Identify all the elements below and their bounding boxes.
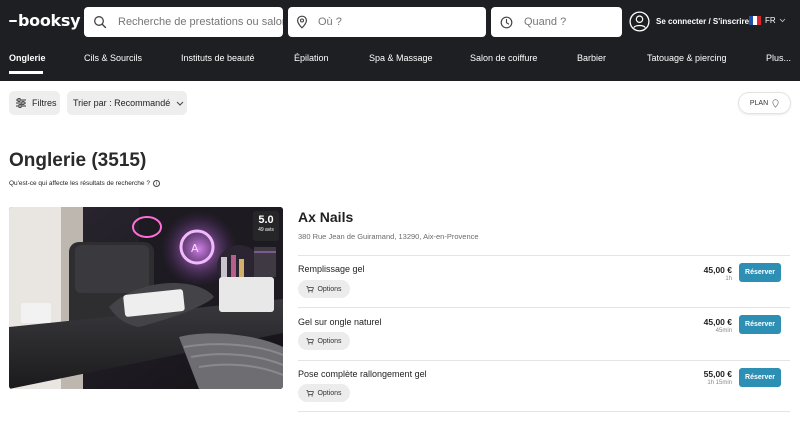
cart-icon — [306, 285, 315, 292]
login-button[interactable]: Se connecter / S'inscrire — [629, 11, 749, 32]
clock-icon — [500, 16, 513, 28]
service-price: 55,00 € — [703, 369, 732, 379]
service-divider — [298, 360, 790, 361]
chevron-down-icon — [176, 101, 184, 106]
service-search-placeholder: Recherche de prestations ou salons — [118, 16, 283, 28]
rating-badge: 5.0 49 avis — [253, 211, 279, 241]
chevron-down-icon — [779, 18, 785, 23]
service-options-button[interactable]: Options — [298, 384, 350, 402]
results-title: Onglerie (3515) — [9, 150, 147, 171]
book-button[interactable]: Réserver — [739, 263, 781, 282]
tab-epilation[interactable]: Épilation — [294, 53, 329, 63]
options-label: Options — [317, 389, 342, 397]
service-name: Gel sur ongle naturel — [298, 317, 382, 327]
map-button[interactable]: PLAN — [739, 93, 790, 113]
service-options-button[interactable]: Options — [298, 332, 350, 350]
map-pin-icon — [772, 98, 779, 108]
date-time-placeholder: Quand ? — [524, 16, 567, 28]
location-placeholder: Où ? — [318, 16, 342, 28]
options-label: Options — [317, 337, 342, 345]
filters-label: Filtres — [32, 98, 57, 108]
salon-photo[interactable]: A 5.0 49 avis — [9, 207, 283, 389]
salon-name[interactable]: Ax Nails — [298, 209, 353, 225]
french-flag-icon — [749, 16, 761, 25]
service-duration: 45min — [715, 328, 732, 334]
logo-dash — [9, 20, 17, 22]
date-time-input[interactable]: Quand ? — [491, 7, 622, 37]
salon-interior-image: A — [9, 207, 283, 389]
service-duration: 1h 15min — [707, 380, 732, 386]
service-divider — [298, 411, 790, 412]
map-label: PLAN — [749, 99, 769, 107]
cart-icon — [306, 389, 315, 396]
location-input[interactable]: Où ? — [288, 7, 486, 37]
options-label: Options — [317, 285, 342, 293]
service-divider — [298, 307, 790, 308]
search-icon — [94, 16, 107, 29]
info-icon: i — [152, 180, 160, 187]
tab-cils-sourcils[interactable]: Cils & Sourcils — [84, 53, 142, 63]
service-name: Remplissage gel — [298, 264, 365, 274]
tab-tatouage-piercing[interactable]: Tatouage & piercing — [647, 53, 727, 63]
service-price: 45,00 € — [703, 317, 732, 327]
tab-instituts-beaute[interactable]: Instituts de beauté — [181, 53, 255, 63]
language-code: FR — [765, 16, 776, 25]
booksy-logo[interactable]: booksy — [9, 11, 81, 30]
svg-text:A: A — [191, 242, 199, 255]
sliders-icon — [16, 98, 26, 108]
results-info-link[interactable]: Qu'est-ce qui affecte les résultats de r… — [9, 180, 160, 187]
sort-dropdown[interactable]: Trier par : Recommandé — [67, 91, 187, 115]
service-name: Pose complète rallongement gel — [298, 369, 427, 379]
service-price: 45,00 € — [703, 265, 732, 275]
language-selector[interactable]: FR — [749, 16, 786, 25]
cart-icon — [306, 337, 315, 344]
service-search-input[interactable]: Recherche de prestations ou salons — [84, 7, 283, 37]
salon-address: 380 Rue Jean de Guiramand, 13290, Aix-en… — [298, 232, 479, 241]
login-label: Se connecter / S'inscrire — [656, 17, 750, 26]
filters-button[interactable]: Filtres — [9, 91, 60, 115]
sort-label: Trier par : Recommandé — [73, 98, 171, 108]
logo-text: booksy — [18, 11, 81, 30]
tab-salon-coiffure[interactable]: Salon de coiffure — [470, 53, 537, 63]
review-count: 49 avis — [258, 227, 274, 233]
tab-barbier[interactable]: Barbier — [577, 53, 606, 63]
top-navigation-bar: booksy Recherche de prestations ou salon… — [0, 0, 800, 81]
category-tabs: Onglerie Cils & Sourcils Instituts de be… — [0, 48, 800, 72]
service-divider — [298, 255, 790, 256]
tab-spa-massage[interactable]: Spa & Massage — [369, 53, 433, 63]
service-options-button[interactable]: Options — [298, 280, 350, 298]
tab-more[interactable]: Plus... — [766, 53, 791, 63]
active-tab-indicator — [9, 71, 43, 74]
service-duration: 1h — [725, 276, 732, 282]
rating-score: 5.0 — [258, 214, 274, 226]
book-button[interactable]: Réserver — [739, 315, 781, 334]
tab-onglerie[interactable]: Onglerie — [9, 53, 46, 63]
results-info-text: Qu'est-ce qui affecte les résultats de r… — [9, 180, 150, 187]
location-pin-icon — [296, 15, 308, 29]
user-avatar-icon — [629, 11, 650, 32]
book-button[interactable]: Réserver — [739, 368, 781, 387]
